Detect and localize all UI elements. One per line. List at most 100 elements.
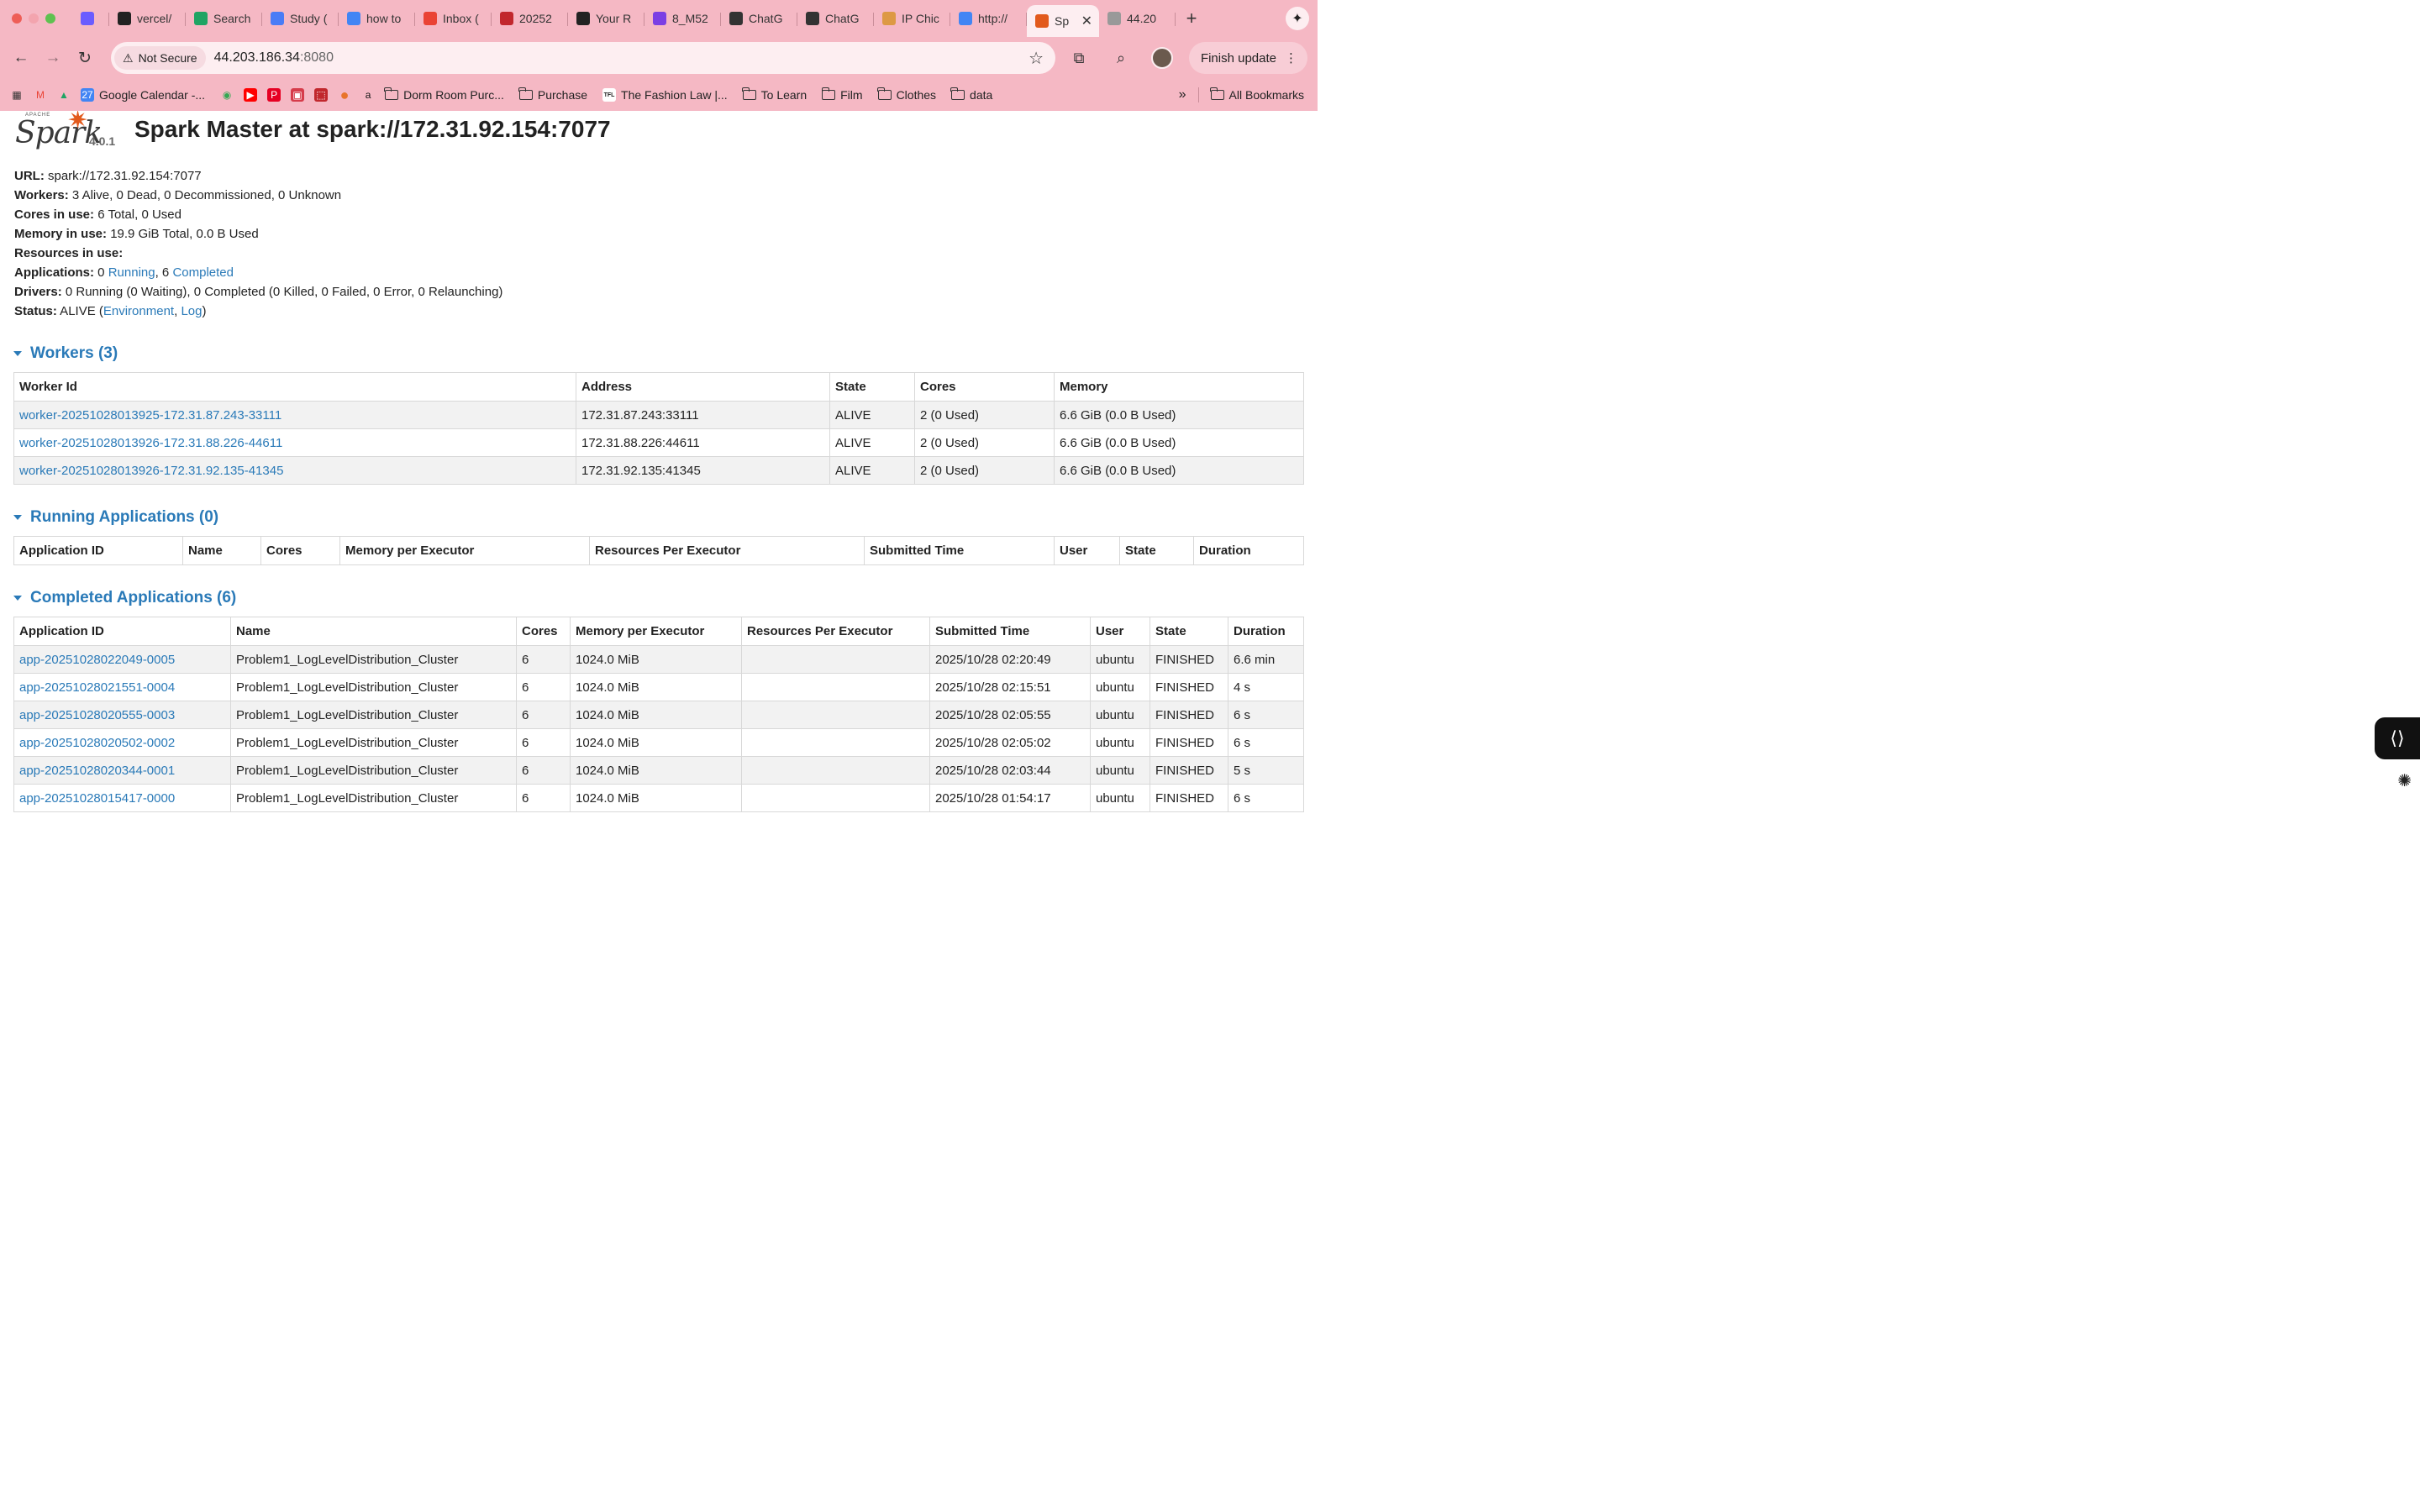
column-header[interactable]: Resources Per Executor bbox=[589, 536, 865, 565]
column-header[interactable]: Address bbox=[576, 372, 830, 402]
id-link[interactable]: app-20251028015417-0000 bbox=[19, 791, 175, 806]
browser-tab[interactable]: Sp ✕ bbox=[1027, 5, 1099, 37]
bookmark-item[interactable]: Clothes bbox=[876, 87, 936, 102]
id-link[interactable]: app-20251028022049-0005 bbox=[19, 653, 175, 667]
close-tab-icon[interactable]: ✕ bbox=[1081, 13, 1092, 29]
column-header[interactable]: Application ID bbox=[13, 536, 183, 565]
new-tab-icon[interactable]: + bbox=[1179, 8, 1204, 29]
column-header[interactable]: Cores bbox=[260, 536, 340, 565]
bookmark-item[interactable]: ▦ bbox=[10, 88, 24, 102]
bookmark-item[interactable]: 27 Google Calendar -... bbox=[81, 88, 205, 102]
environment-link[interactable]: Environment bbox=[103, 304, 174, 318]
folder-icon bbox=[742, 87, 756, 100]
browser-tab[interactable]: 20252 bbox=[492, 5, 568, 32]
code-inspect-icon[interactable]: ⟨⟩ bbox=[2375, 717, 2420, 759]
bookmark-item[interactable]: data bbox=[950, 87, 992, 102]
table-cell: worker-20251028013925-172.31.87.243-3311… bbox=[13, 401, 576, 429]
completed-link[interactable]: Completed bbox=[172, 265, 234, 280]
column-header[interactable]: Duration bbox=[1228, 617, 1304, 646]
bookmark-item[interactable]: ◉ bbox=[220, 88, 234, 102]
completed-header-row: Application ID Name Cores Memory per Execut… bbox=[13, 617, 1304, 646]
bookmark-star-icon[interactable]: ☆ bbox=[1028, 48, 1044, 69]
id-link[interactable]: worker-20251028013925-172.31.87.243-3311… bbox=[19, 408, 281, 423]
column-header[interactable]: State bbox=[829, 372, 915, 402]
back-icon[interactable]: ← bbox=[5, 49, 37, 67]
running-section-toggle[interactable]: Running Applications (0) bbox=[0, 508, 1318, 527]
bookmark-item[interactable]: a bbox=[361, 88, 375, 102]
reload-icon[interactable]: ↻ bbox=[69, 49, 101, 68]
id-link[interactable]: app-20251028021551-0004 bbox=[19, 680, 175, 695]
brain-extension-icon[interactable]: ✺ bbox=[2397, 770, 2412, 791]
all-bookmarks-button[interactable]: All Bookmarks bbox=[1209, 87, 1304, 102]
profile-avatar[interactable] bbox=[1151, 47, 1173, 69]
minimize-window-icon[interactable] bbox=[29, 13, 39, 24]
extensions-icon[interactable]: ⧉ bbox=[1067, 50, 1091, 67]
bookmark-item[interactable]: M bbox=[34, 88, 47, 102]
browser-tab[interactable]: http:// bbox=[950, 5, 1027, 32]
workers-section-toggle[interactable]: Workers (3) bbox=[0, 344, 1318, 363]
bookmark-item[interactable]: Film bbox=[821, 87, 863, 102]
id-link[interactable]: app-20251028020555-0003 bbox=[19, 708, 175, 722]
id-link[interactable]: app-20251028020502-0002 bbox=[19, 736, 175, 750]
bookmark-item[interactable]: ⬚ bbox=[314, 88, 329, 102]
column-header[interactable]: Name bbox=[182, 536, 261, 565]
maximize-window-icon[interactable] bbox=[45, 13, 55, 24]
column-header[interactable]: State bbox=[1119, 536, 1194, 565]
log-link[interactable]: Log bbox=[181, 304, 202, 318]
bookmark-item[interactable]: ● bbox=[338, 87, 351, 103]
column-header[interactable]: Name bbox=[230, 617, 517, 646]
more-bookmarks-icon[interactable]: » bbox=[1179, 87, 1186, 102]
id-link[interactable]: app-20251028020344-0001 bbox=[19, 764, 175, 778]
cast-search-icon[interactable]: ⌕ bbox=[1109, 50, 1133, 67]
browser-tab[interactable]: vercel/ bbox=[109, 5, 186, 32]
spark-logo[interactable]: APACHE Spark ✷ bbox=[13, 111, 103, 151]
browser-tab[interactable]: IP Chic bbox=[874, 5, 950, 32]
finish-update-button[interactable]: Finish update ⋮ bbox=[1188, 42, 1307, 74]
column-header[interactable]: Submitted Time bbox=[929, 617, 1091, 646]
url-value: spark://172.31.92.154:7077 bbox=[44, 169, 202, 183]
running-link[interactable]: Running bbox=[108, 265, 155, 280]
column-header[interactable]: Memory per Executor bbox=[570, 617, 742, 646]
browser-tab[interactable]: 8_M52 bbox=[644, 5, 721, 32]
close-window-icon[interactable] bbox=[12, 13, 22, 24]
gemini-icon[interactable]: ✦ bbox=[1286, 7, 1309, 30]
address-bar[interactable]: ⚠ Not Secure 44.203.186.34:8080 ☆ bbox=[111, 42, 1055, 74]
browser-tab[interactable]: Study ( bbox=[262, 5, 339, 32]
completed-section-toggle[interactable]: Completed Applications (6) bbox=[0, 589, 1318, 607]
bookmark-item[interactable]: P bbox=[267, 88, 281, 102]
browser-tab[interactable]: ChatG bbox=[797, 5, 874, 32]
column-header[interactable]: Cores bbox=[516, 617, 571, 646]
browser-tab[interactable] bbox=[72, 5, 109, 32]
column-header[interactable]: Duration bbox=[1193, 536, 1304, 565]
browser-tab[interactable]: Inbox ( bbox=[415, 5, 492, 32]
browser-tab[interactable]: Search bbox=[186, 5, 262, 32]
folder-icon bbox=[384, 87, 399, 100]
forward-icon[interactable]: → bbox=[37, 49, 69, 67]
column-header[interactable]: Application ID bbox=[13, 617, 231, 646]
browser-tab[interactable]: how to bbox=[339, 5, 415, 32]
column-header[interactable]: User bbox=[1054, 536, 1120, 565]
column-header[interactable]: Submitted Time bbox=[864, 536, 1055, 565]
bookmark-item[interactable]: Dorm Room Purc... bbox=[384, 87, 504, 102]
bookmark-item[interactable]: ▶ bbox=[244, 88, 258, 102]
column-header[interactable]: Resources Per Executor bbox=[741, 617, 930, 646]
column-header[interactable]: Memory per Executor bbox=[339, 536, 590, 565]
bookmark-item[interactable]: ▲ bbox=[57, 88, 71, 102]
browser-tab[interactable]: Your R bbox=[568, 5, 644, 32]
browser-tab[interactable]: 44.20 bbox=[1099, 5, 1176, 32]
column-header[interactable]: Memory bbox=[1054, 372, 1304, 402]
not-secure-chip[interactable]: ⚠ Not Secure bbox=[114, 46, 206, 70]
column-header[interactable]: Cores bbox=[914, 372, 1055, 402]
browser-tab[interactable]: ChatG bbox=[721, 5, 797, 32]
bookmark-item[interactable]: TFL The Fashion Law |... bbox=[602, 88, 728, 102]
column-header[interactable]: State bbox=[1150, 617, 1228, 646]
drivers-value: 0 Running (0 Waiting), 0 Completed (0 Ki… bbox=[61, 285, 503, 299]
bookmark-item[interactable]: Purchase bbox=[518, 87, 587, 102]
bookmark-item[interactable]: To Learn bbox=[742, 87, 807, 102]
column-header[interactable]: User bbox=[1090, 617, 1150, 646]
id-link[interactable]: worker-20251028013926-172.31.88.226-4461… bbox=[19, 436, 282, 450]
url-text[interactable]: 44.203.186.34:8080 bbox=[214, 50, 334, 66]
bookmark-item[interactable]: ▣ bbox=[291, 88, 305, 102]
column-header[interactable]: Worker Id bbox=[13, 372, 576, 402]
id-link[interactable]: worker-20251028013926-172.31.92.135-4134… bbox=[19, 464, 283, 478]
